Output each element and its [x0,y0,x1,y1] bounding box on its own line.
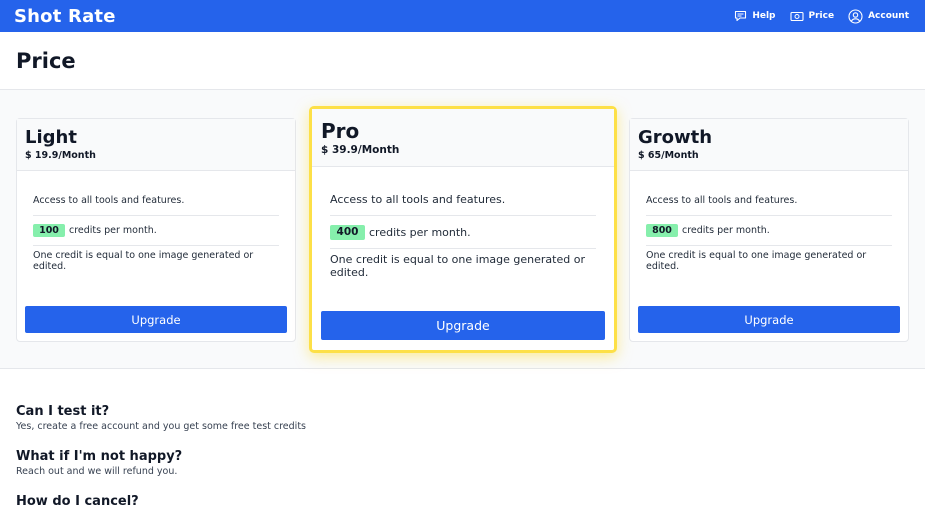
plan-header: Pro $ 39.9/Month [312,109,614,167]
feature-credits: 100 credits per month. [33,216,279,246]
nav-account[interactable]: Account [848,8,909,24]
faq-question: How do I cancel? [16,494,139,509]
pricing-plans: Light $ 19.9/Month Access to all tools a… [0,90,925,369]
feature-credits: 400 credits per month. [330,216,596,249]
feature-credits: 800 credits per month. [646,216,892,246]
plan-price: $ 19.9/Month [25,150,96,161]
plan-name: Pro [321,119,360,143]
nav-help[interactable]: Help [734,10,776,22]
top-nav-bar: Shot Rate Help Price Account [0,0,925,32]
chat-icon [734,10,747,22]
feature-access: Access to all tools and features. [33,186,279,216]
credits-badge: 400 [330,224,365,240]
feature-list: Access to all tools and features. 100 cr… [17,171,295,276]
feature-credit-note: One credit is equal to one image generat… [330,252,585,279]
nav-price-label: Price [808,11,835,21]
nav-help-label: Help [752,11,776,21]
faq-question: Can I test it? [16,404,110,419]
money-icon [789,11,804,22]
page-title-bar: Price [0,32,925,90]
feature-credit-note: One credit is equal to one image generat… [646,250,867,272]
faq-section: Can I test it? Yes, create a free accoun… [0,369,925,510]
brand-logo[interactable]: Shot Rate [14,6,116,27]
plan-name: Light [25,127,77,148]
credits-badge: 800 [646,224,678,237]
plan-header: Light $ 19.9/Month [17,119,295,171]
faq-item: How do I cancel? [16,493,909,510]
user-circle-icon [848,8,863,24]
upgrade-button-pro[interactable]: Upgrade [321,311,605,340]
feature-list: Access to all tools and features. 400 cr… [312,167,614,282]
plan-price: $ 39.9/Month [321,144,400,156]
credits-badge: 100 [33,224,65,237]
faq-answer: Reach out and we will refund you. [16,466,178,477]
plan-card-pro: Pro $ 39.9/Month Access to all tools and… [309,106,617,353]
plan-header: Growth $ 65/Month [630,119,908,171]
page-title: Price [16,48,76,73]
plan-name: Growth [638,127,713,148]
nav-price[interactable]: Price [789,11,835,22]
faq-item: What if I'm not happy? Reach out and we … [16,448,909,477]
plan-card-light: Light $ 19.9/Month Access to all tools a… [16,118,296,342]
credits-suffix: credits per month. [682,225,770,236]
main-nav: Help Price Account [734,8,909,24]
upgrade-button-light[interactable]: Upgrade [25,306,287,333]
feature-access: Access to all tools and features. [646,186,892,216]
faq-item: Can I test it? Yes, create a free accoun… [16,403,909,432]
plan-card-growth: Growth $ 65/Month Access to all tools an… [629,118,909,342]
faq-answer: Yes, create a free account and you get s… [16,421,307,432]
feature-credit-note: One credit is equal to one image generat… [33,250,254,272]
upgrade-button-growth[interactable]: Upgrade [638,306,900,333]
plan-price: $ 65/Month [638,150,699,161]
credits-suffix: credits per month. [69,225,157,236]
feature-access: Access to all tools and features. [330,183,596,216]
credits-suffix: credits per month. [369,225,471,239]
faq-question: What if I'm not happy? [16,449,183,464]
feature-list: Access to all tools and features. 800 cr… [630,171,908,276]
nav-account-label: Account [868,11,909,21]
